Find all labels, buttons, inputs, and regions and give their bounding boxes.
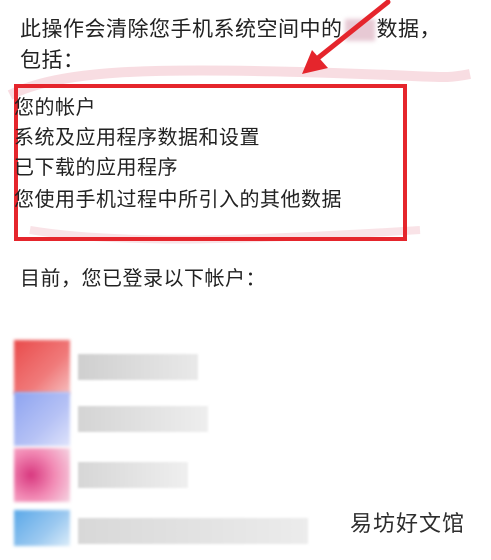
data-item-list: 您的帐户 系统及应用程序数据和设置 已下载的应用程序 您使用手机过程中所引入的其… (14, 92, 342, 214)
data-item: 您的帐户 (14, 95, 96, 119)
data-item: 已下载的应用程序 (14, 155, 178, 179)
account-name-redacted (78, 354, 198, 380)
account-app-icon (14, 392, 70, 446)
account-app-icon (14, 340, 70, 394)
data-item: 您使用手机过程中所引入的其他数据 (14, 187, 342, 211)
account-name-redacted (78, 518, 308, 544)
account-name-redacted (78, 462, 188, 488)
data-item: 系统及应用程序数据和设置 (14, 125, 260, 149)
account-app-icon (14, 448, 70, 502)
dialog-intro-text: 此操作会清除您手机系统空间中的 数据，包括： (20, 14, 450, 76)
intro-text-part-a: 此操作会清除您手机系统空间中的 (20, 17, 343, 41)
current-accounts-label: 目前，您已登录以下帐户： (20, 266, 266, 290)
account-row (14, 340, 414, 394)
redacted-text (344, 19, 375, 41)
account-name-redacted (78, 406, 208, 432)
watermark: 易坊好文馆 (349, 512, 465, 537)
account-row (14, 392, 414, 446)
account-app-icon (14, 510, 70, 546)
account-row (14, 448, 414, 502)
